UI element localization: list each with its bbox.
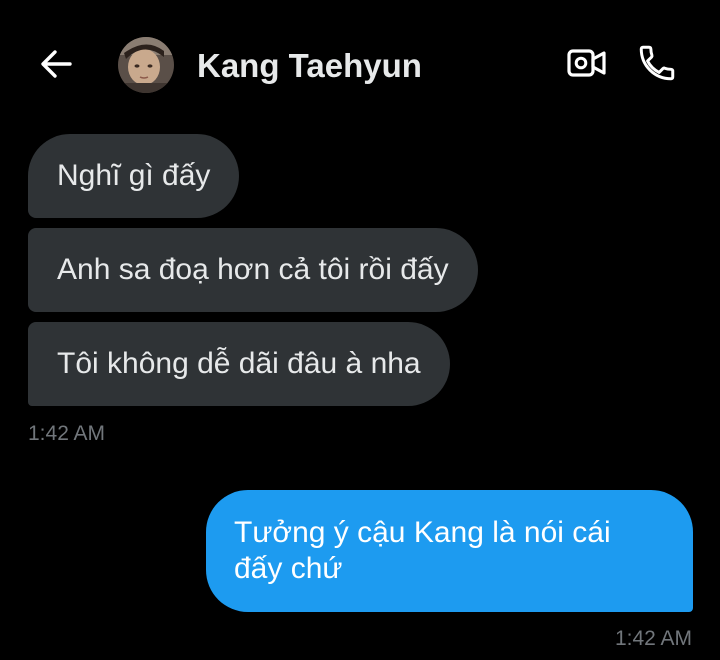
back-button[interactable] [36,44,76,84]
arrow-left-icon [41,50,72,78]
contact-name[interactable]: Kang Taehyun [197,47,422,85]
video-call-button[interactable] [566,44,608,84]
message-timestamp: 1:42 AM [28,422,106,445]
sent-message-bubble[interactable]: Tưởng ý cậu Kang là nói cái đấy chứ [206,490,693,612]
phone-icon [639,45,675,81]
received-message-bubble[interactable]: Nghĩ gì đấy [28,134,240,218]
contact-avatar[interactable] [118,37,174,93]
received-message-bubble[interactable]: Anh sa đoạ hơn cả tôi rồi đấy [28,228,478,312]
avatar-image [118,37,174,93]
video-camera-icon [567,49,606,77]
received-message-bubble[interactable]: Tôi không dễ dãi đâu à nha [28,322,450,406]
voice-call-button[interactable] [636,42,678,84]
message-timestamp: 1:42 AM [614,627,692,650]
conversation-header: Kang Taehyun [0,0,720,130]
